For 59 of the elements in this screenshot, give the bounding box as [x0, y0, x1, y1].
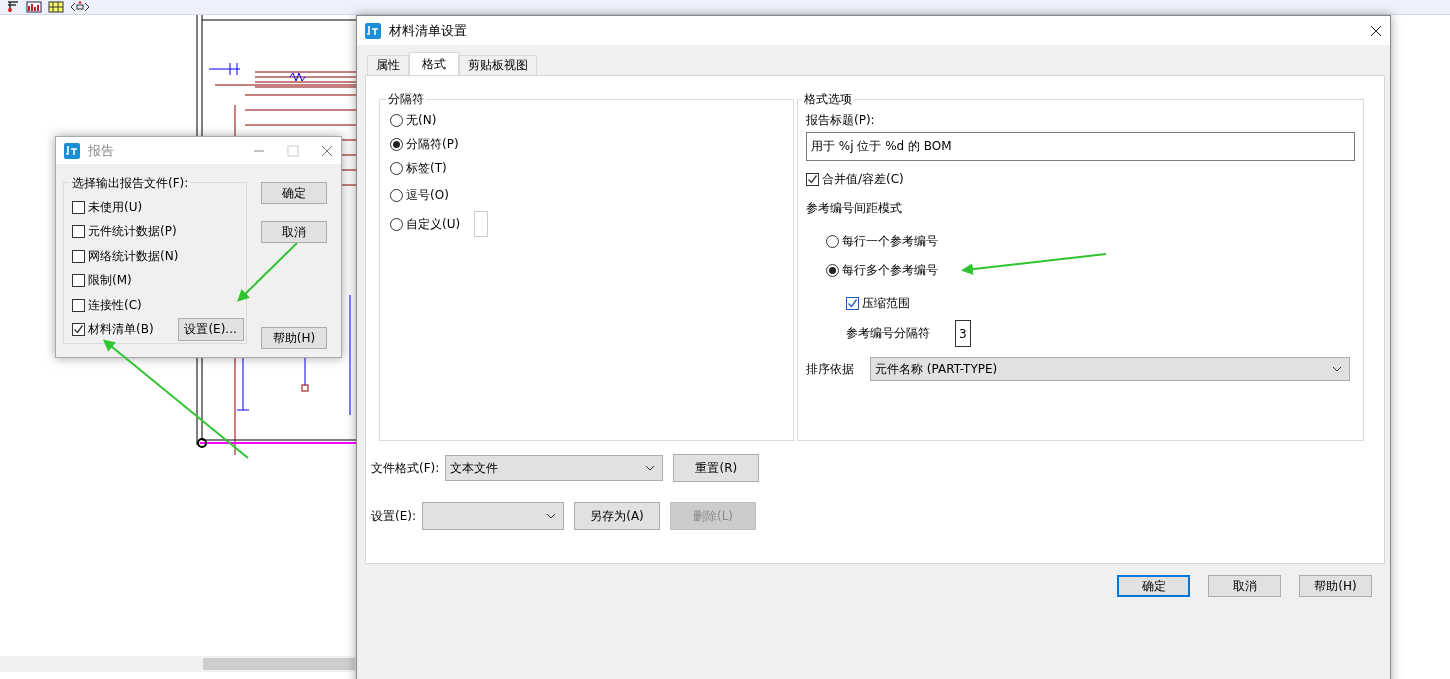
close-icon[interactable] [1370, 24, 1382, 37]
checkbox[interactable]: 限制(M) [72, 272, 132, 290]
arrow [237, 242, 298, 302]
grid-icon[interactable] [48, 1, 64, 13]
input-field[interactable]: 用于 %j 位于 %d 的 BOM [806, 132, 1355, 161]
settings-button[interactable]: 设置(E)... [177, 318, 244, 342]
radio-button[interactable]: 标签(T) [390, 159, 447, 177]
checkbox[interactable]: 元件统计数据(P) [72, 223, 177, 241]
dialog-button[interactable]: 确定 [1117, 575, 1190, 597]
group-label: 选择输出报告文件(F): [70, 175, 191, 192]
chart-icon[interactable] [26, 1, 42, 13]
checkbox[interactable]: 连接性(C) [72, 296, 142, 314]
radio-button[interactable]: 分隔符(P) [390, 135, 459, 153]
dialog-button[interactable]: 确定 [261, 182, 327, 204]
dialog-button[interactable]: 取消 [1208, 575, 1281, 597]
tag-icon[interactable] [70, 1, 90, 13]
chevron-icon [546, 513, 556, 519]
tab[interactable]: 格式 [409, 52, 459, 75]
checkbox[interactable]: 压缩范围 [846, 295, 1355, 312]
section-label: 参考编号间距模式 [806, 200, 903, 217]
checkbox[interactable]: 网络统计数据(N) [72, 247, 179, 265]
group-label: 分隔符 [387, 91, 425, 108]
dropdown[interactable]: 文本文件 [445, 455, 664, 481]
checkbox[interactable]: 材料清单(B) [72, 321, 154, 339]
horizontal-scrollbar[interactable] [0, 656, 356, 672]
input-field[interactable]: 3 [955, 320, 971, 347]
flag-icon[interactable] [6, 1, 20, 13]
app-icon [365, 22, 381, 39]
checkmark-icon [847, 298, 858, 309]
radio-button[interactable]: 每行一个参考编号 [826, 233, 1355, 250]
dialog-button[interactable]: 帮助(H) [1299, 575, 1372, 597]
radio-button[interactable]: 逗号(O) [390, 186, 449, 204]
field-label: 排序依据 [806, 360, 854, 378]
radio-button[interactable]: 无(N) [390, 111, 437, 129]
field-label: 参考编号分隔符 [846, 325, 931, 342]
checkbox[interactable]: 未使用(U) [72, 198, 143, 216]
window-title: 报告 [88, 141, 114, 160]
input-field[interactable] [474, 211, 489, 237]
dialog-button[interactable]: 帮助(H) [261, 327, 327, 349]
field-label: 报告标题(P): [806, 112, 876, 129]
field-label: 文件格式(F): [371, 459, 440, 477]
window-title: 材料清单设置 [389, 21, 467, 40]
save-as-button[interactable]: 另存为(A) [574, 502, 660, 530]
reset-button[interactable]: 重置(R) [673, 454, 760, 482]
dialog-button[interactable]: 取消 [261, 221, 327, 243]
tab[interactable]: 剪贴板视图 [459, 55, 537, 75]
checkmark-icon [807, 174, 818, 185]
checkmark-icon [73, 324, 84, 336]
group-label: 格式选项 [803, 91, 853, 108]
radio-button[interactable]: 自定义(U) [390, 215, 461, 233]
chevron-icon [645, 465, 656, 471]
radio-button[interactable]: 每行多个参考编号 [826, 262, 1355, 279]
field-label: 设置(E): [371, 507, 416, 525]
dropdown[interactable]: 元件名称 (PART-TYPE) [870, 357, 1350, 381]
checkbox[interactable]: 合并值/容差(C) [806, 171, 1355, 188]
chevron-icon [1332, 366, 1342, 372]
scrollbar-thumb[interactable] [203, 658, 355, 670]
app-icon [64, 142, 80, 159]
tab[interactable]: 属性 [367, 55, 409, 75]
